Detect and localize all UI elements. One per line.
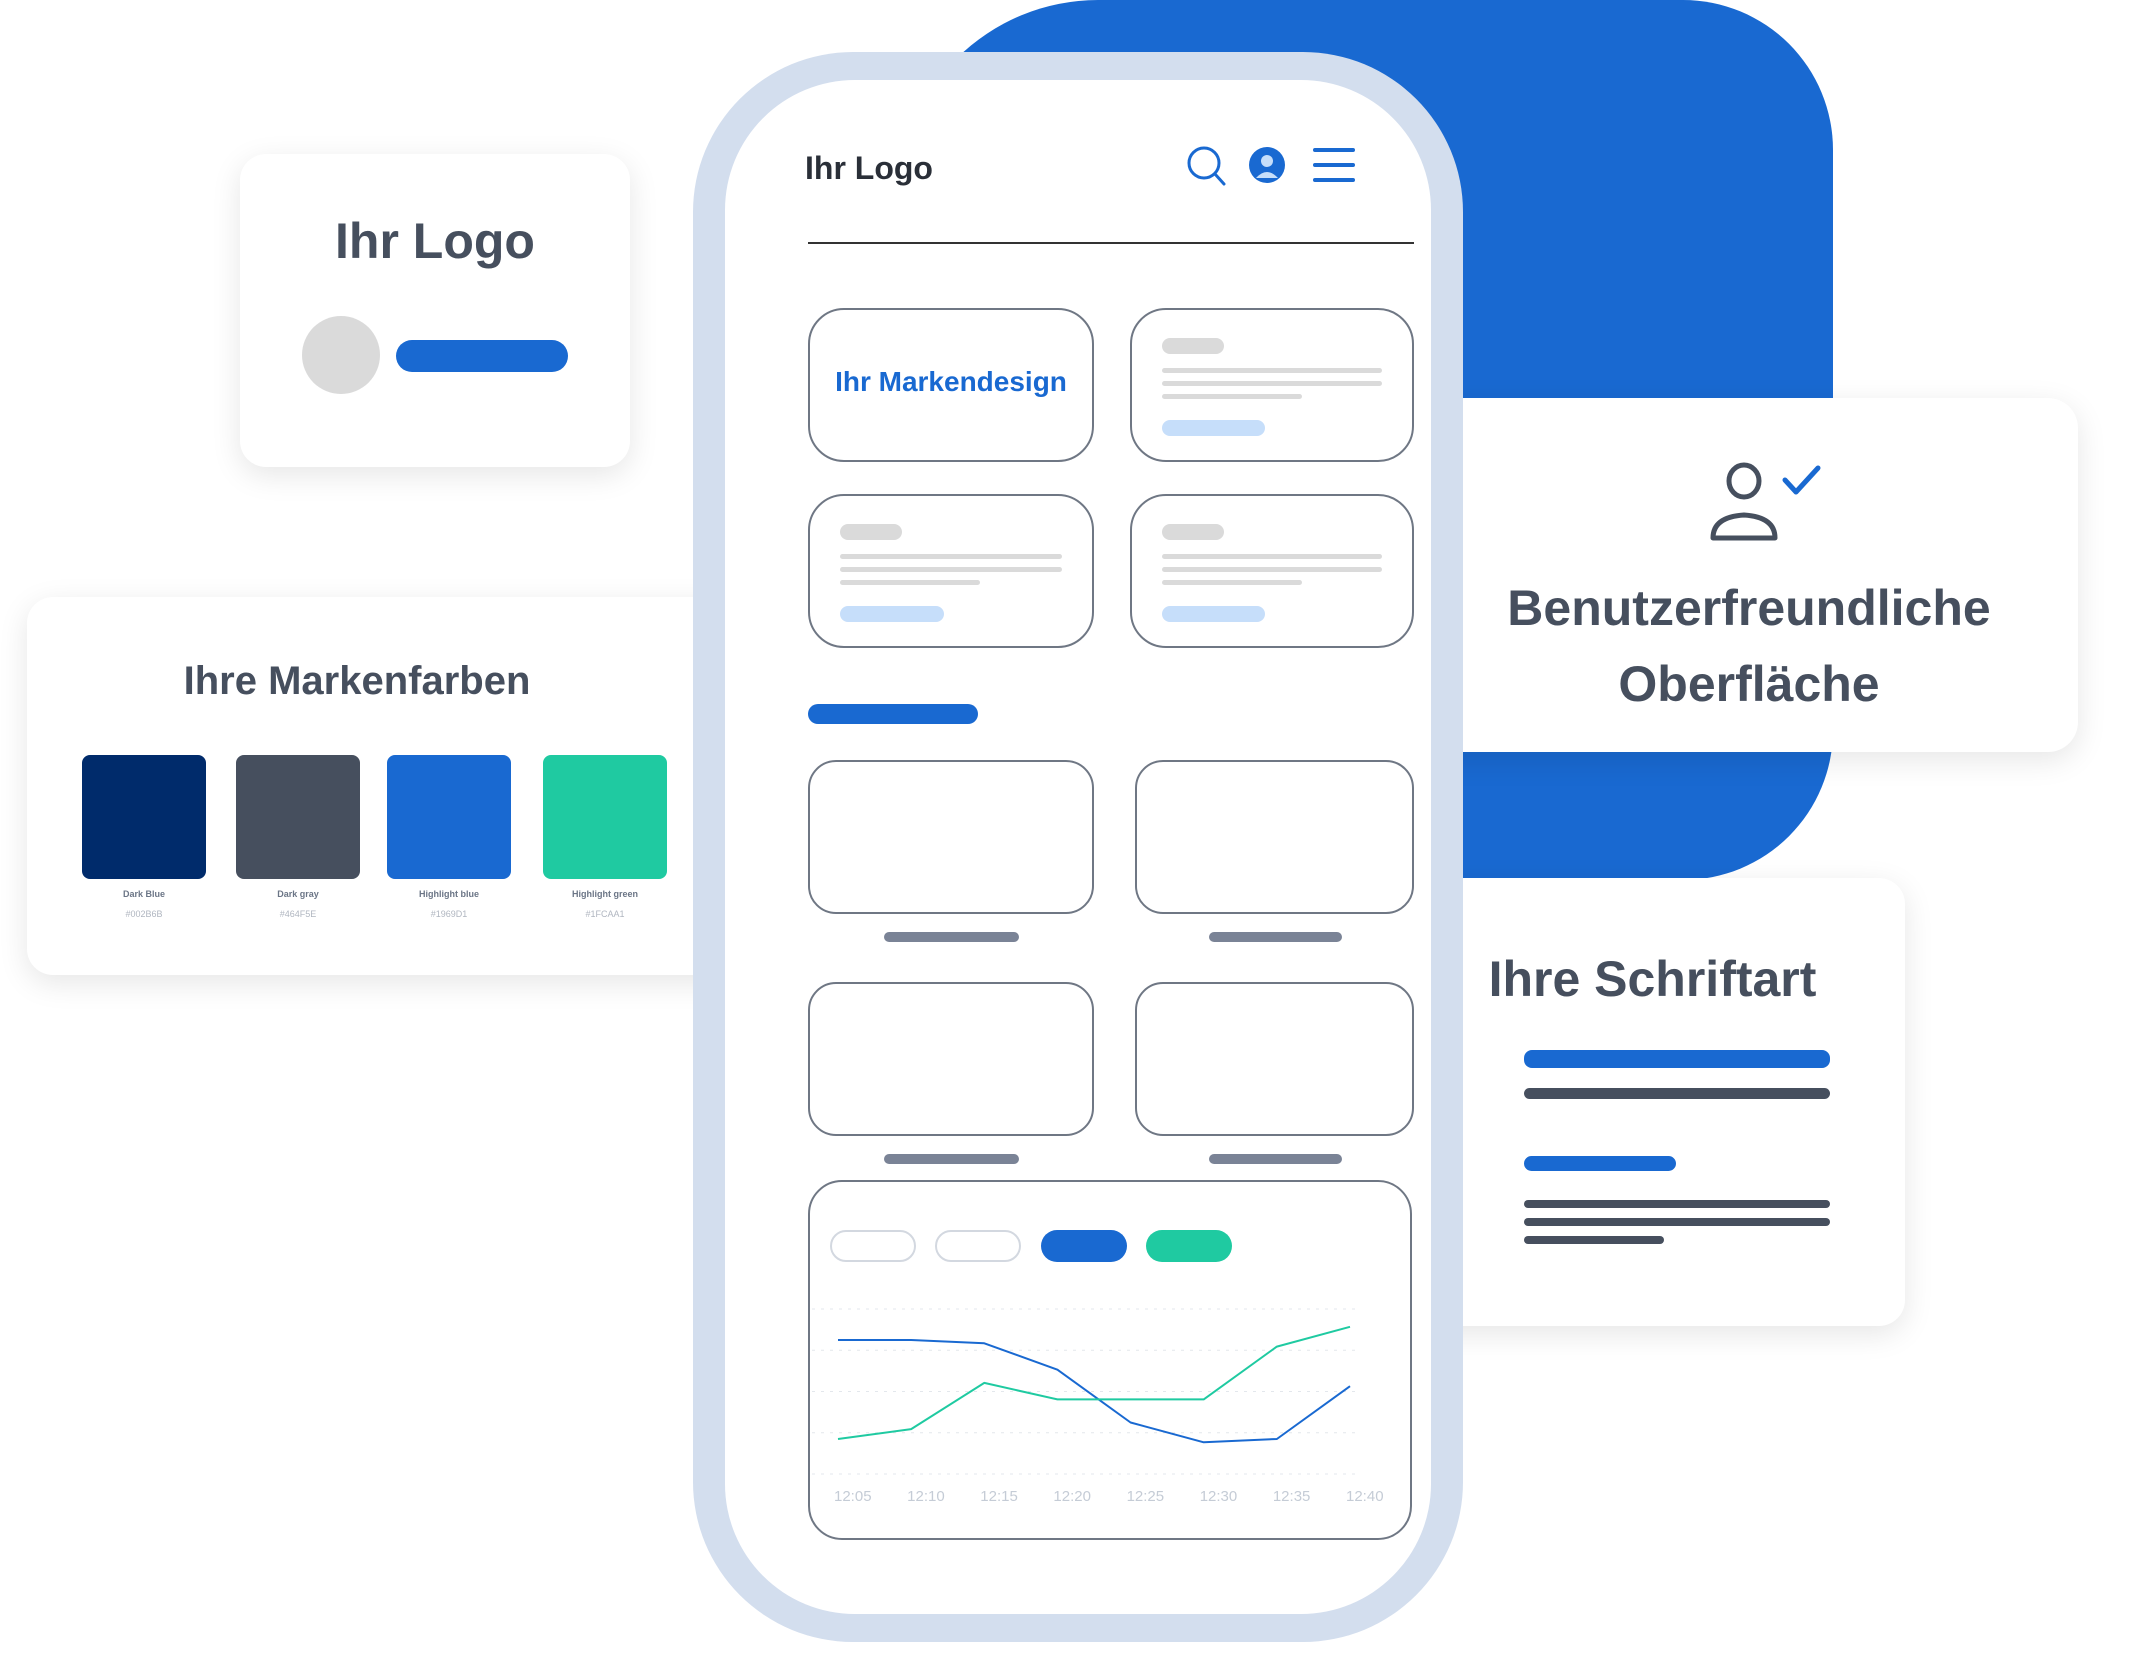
section-heading-bar [808, 704, 978, 724]
font-card-title: Ihre Schriftart [1488, 951, 1817, 1007]
swatch-hex: #464F5E [279, 909, 317, 919]
swatch-name: Highlight blue [419, 889, 479, 899]
skeleton-title [1162, 524, 1224, 540]
usability-title-line2: Oberfläche [1618, 656, 1880, 712]
series-line-green [837, 1325, 1351, 1440]
swatch-dark-gray [236, 755, 360, 879]
media-caption-bar [884, 932, 1019, 942]
brand-colors-title: Ihre Markenfarben [183, 659, 531, 703]
x-tick-label: 12:05 [834, 1488, 872, 1505]
line-chart [812, 1308, 1360, 1475]
usability-card: Benutzerfreundliche Oberfläche [1420, 398, 2078, 752]
swatch-highlight-blue [387, 755, 511, 879]
search-icon[interactable] [1185, 144, 1229, 188]
swatch-dark-blue [82, 755, 206, 879]
skeleton-button [840, 606, 944, 622]
content-tile[interactable] [1130, 308, 1414, 462]
usability-title: Benutzerfreundliche Oberfläche [1420, 570, 2078, 722]
skeleton-line [1162, 554, 1382, 559]
skeleton-title [840, 524, 902, 540]
swatch-highlight-green [543, 755, 667, 879]
font-sample-line [1524, 1200, 1830, 1208]
x-tick-label: 12:15 [980, 1488, 1018, 1505]
font-card: Ihre Schriftart [1400, 878, 1905, 1326]
logo-placeholder-bar [396, 340, 568, 372]
font-sample-line [1524, 1088, 1830, 1099]
media-tile[interactable] [808, 760, 1094, 914]
media-tile[interactable] [808, 982, 1094, 1136]
phone-logo[interactable]: Ihr Logo [805, 150, 933, 187]
user-avatar-icon[interactable] [1248, 146, 1286, 184]
chart-card: 12:05 12:10 12:15 12:20 12:25 12:30 12:35 12:40 [808, 1180, 1412, 1540]
skeleton-line [1162, 580, 1302, 585]
phone-mockup: Ihr Logo Ihr Markendesign 12:05 12:10 12… [693, 52, 1463, 1642]
swatch-name: Highlight green [572, 889, 638, 899]
hamburger-menu-icon[interactable] [1311, 146, 1357, 186]
swatch-name: Dark gray [277, 889, 319, 899]
media-caption-bar [884, 1154, 1019, 1164]
header-divider [808, 242, 1414, 244]
font-sample-subheading-bar [1524, 1156, 1676, 1171]
skeleton-line [840, 567, 1062, 572]
skeleton-title [1162, 338, 1224, 354]
font-sample-line [1524, 1236, 1664, 1244]
x-tick-label: 12:40 [1346, 1488, 1384, 1505]
usability-title-line1: Benutzerfreundliche [1507, 580, 1991, 636]
skeleton-button [1162, 420, 1265, 436]
skeleton-line [1162, 567, 1382, 572]
skeleton-line [840, 554, 1062, 559]
phone-screen: Ihr Logo Ihr Markendesign 12:05 12:10 12… [725, 80, 1431, 1614]
x-tick-label: 12:25 [1126, 1488, 1165, 1505]
skeleton-line [1162, 394, 1302, 399]
brand-colors-card: Ihre Markenfarben Dark Blue #002B6B Dark… [27, 597, 747, 975]
logo-card-title: Ihr Logo [335, 213, 535, 269]
logo-card: Ihr Logo [240, 154, 630, 467]
skeleton-line [840, 580, 980, 585]
brand-design-label: Ihr Markendesign [835, 366, 1067, 397]
media-tile[interactable] [1135, 982, 1414, 1136]
swatch-hex: #002B6B [125, 909, 163, 919]
skeleton-line [1162, 381, 1382, 386]
x-tick-label: 12:30 [1199, 1488, 1238, 1505]
media-caption-bar [1209, 932, 1342, 942]
logo-placeholder-circle [302, 316, 380, 394]
brand-design-tile[interactable]: Ihr Markendesign [808, 308, 1094, 462]
font-sample-heading-bar [1524, 1050, 1830, 1068]
x-tick-label: 12:35 [1272, 1488, 1311, 1505]
x-tick-label: 12:10 [907, 1488, 945, 1505]
content-tile[interactable] [808, 494, 1094, 648]
skeleton-button [1162, 606, 1265, 622]
content-tile[interactable] [1130, 494, 1414, 648]
media-tile[interactable] [1135, 760, 1414, 914]
font-sample-line [1524, 1218, 1830, 1226]
swatch-hex: #1FCAA1 [585, 909, 625, 919]
swatch-name: Dark Blue [122, 889, 166, 899]
media-caption-bar [1209, 1154, 1342, 1164]
swatch-hex: #1969D1 [430, 909, 468, 919]
x-tick-label: 12:20 [1053, 1488, 1091, 1505]
user-check-icon [1710, 462, 1821, 541]
skeleton-line [1162, 368, 1382, 373]
